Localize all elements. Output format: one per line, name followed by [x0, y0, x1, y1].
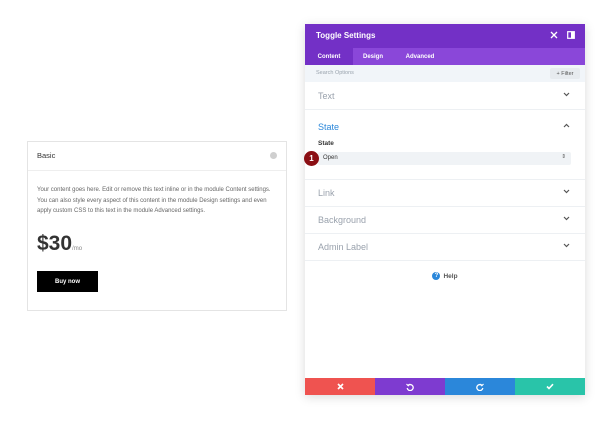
- chevron-down-icon[interactable]: [563, 189, 570, 196]
- chevron-down-icon[interactable]: [563, 92, 570, 99]
- section-text[interactable]: Text: [305, 82, 585, 110]
- state-field-label: State: [318, 140, 334, 147]
- section-admin-label-label: Admin Label: [318, 242, 369, 252]
- check-icon: [546, 383, 554, 390]
- expand-icon[interactable]: [567, 31, 575, 41]
- redo-button[interactable]: [445, 378, 515, 395]
- card-dot: [270, 152, 277, 159]
- tab-bar: Content Design Advanced: [305, 48, 585, 65]
- close-icon[interactable]: [550, 31, 558, 41]
- section-admin-label[interactable]: Admin Label: [305, 233, 585, 261]
- tab-advanced[interactable]: Advanced: [393, 48, 447, 65]
- help-link[interactable]: ? Help: [305, 272, 585, 280]
- card-title: Basic: [37, 151, 56, 160]
- filter-button[interactable]: + Filter: [550, 68, 580, 79]
- toggle-settings-panel: Toggle Settings Content Design Advanced …: [304, 24, 585, 395]
- state-select-value: Open: [323, 155, 338, 161]
- buy-now-button[interactable]: Buy now: [37, 271, 98, 292]
- chevron-down-icon[interactable]: [563, 216, 570, 223]
- section-state: State State Open ⇕ 1: [304, 110, 585, 180]
- section-link[interactable]: Link: [305, 179, 585, 207]
- price: $30/mo: [37, 232, 82, 256]
- step-badge: 1: [304, 151, 319, 166]
- tab-content[interactable]: Content: [305, 48, 353, 65]
- action-bar: [305, 378, 585, 395]
- search-input[interactable]: Search Options: [316, 70, 354, 76]
- help-label: Help: [443, 272, 458, 280]
- pricing-card: Basic Your content goes here. Edit or re…: [27, 141, 287, 311]
- section-link-label: Link: [318, 188, 335, 198]
- state-select[interactable]: Open ⇕: [318, 152, 571, 165]
- save-button[interactable]: [515, 378, 585, 395]
- undo-button[interactable]: [375, 378, 445, 395]
- section-state-label[interactable]: State: [318, 122, 339, 132]
- section-background[interactable]: Background: [305, 206, 585, 234]
- redo-icon: [476, 383, 484, 391]
- chevron-up-icon[interactable]: [563, 123, 570, 130]
- cancel-button[interactable]: [305, 378, 375, 395]
- card-body-text: Your content goes here. Edit or remove t…: [37, 187, 271, 214]
- select-arrows-icon: ⇕: [561, 154, 566, 160]
- panel-title: Toggle Settings: [316, 31, 376, 40]
- price-amount: $30: [37, 232, 73, 255]
- section-text-label: Text: [318, 91, 335, 101]
- price-period: /mo: [72, 246, 83, 252]
- card-header: Basic: [28, 142, 286, 171]
- section-background-label: Background: [318, 215, 367, 225]
- x-icon: [336, 383, 344, 390]
- tab-design[interactable]: Design: [353, 48, 393, 65]
- chevron-down-icon[interactable]: [563, 243, 570, 250]
- help-icon: ?: [432, 272, 441, 280]
- undo-icon: [406, 383, 414, 391]
- search-bar: Search Options + Filter: [305, 65, 585, 82]
- panel-header: Toggle Settings: [305, 24, 585, 48]
